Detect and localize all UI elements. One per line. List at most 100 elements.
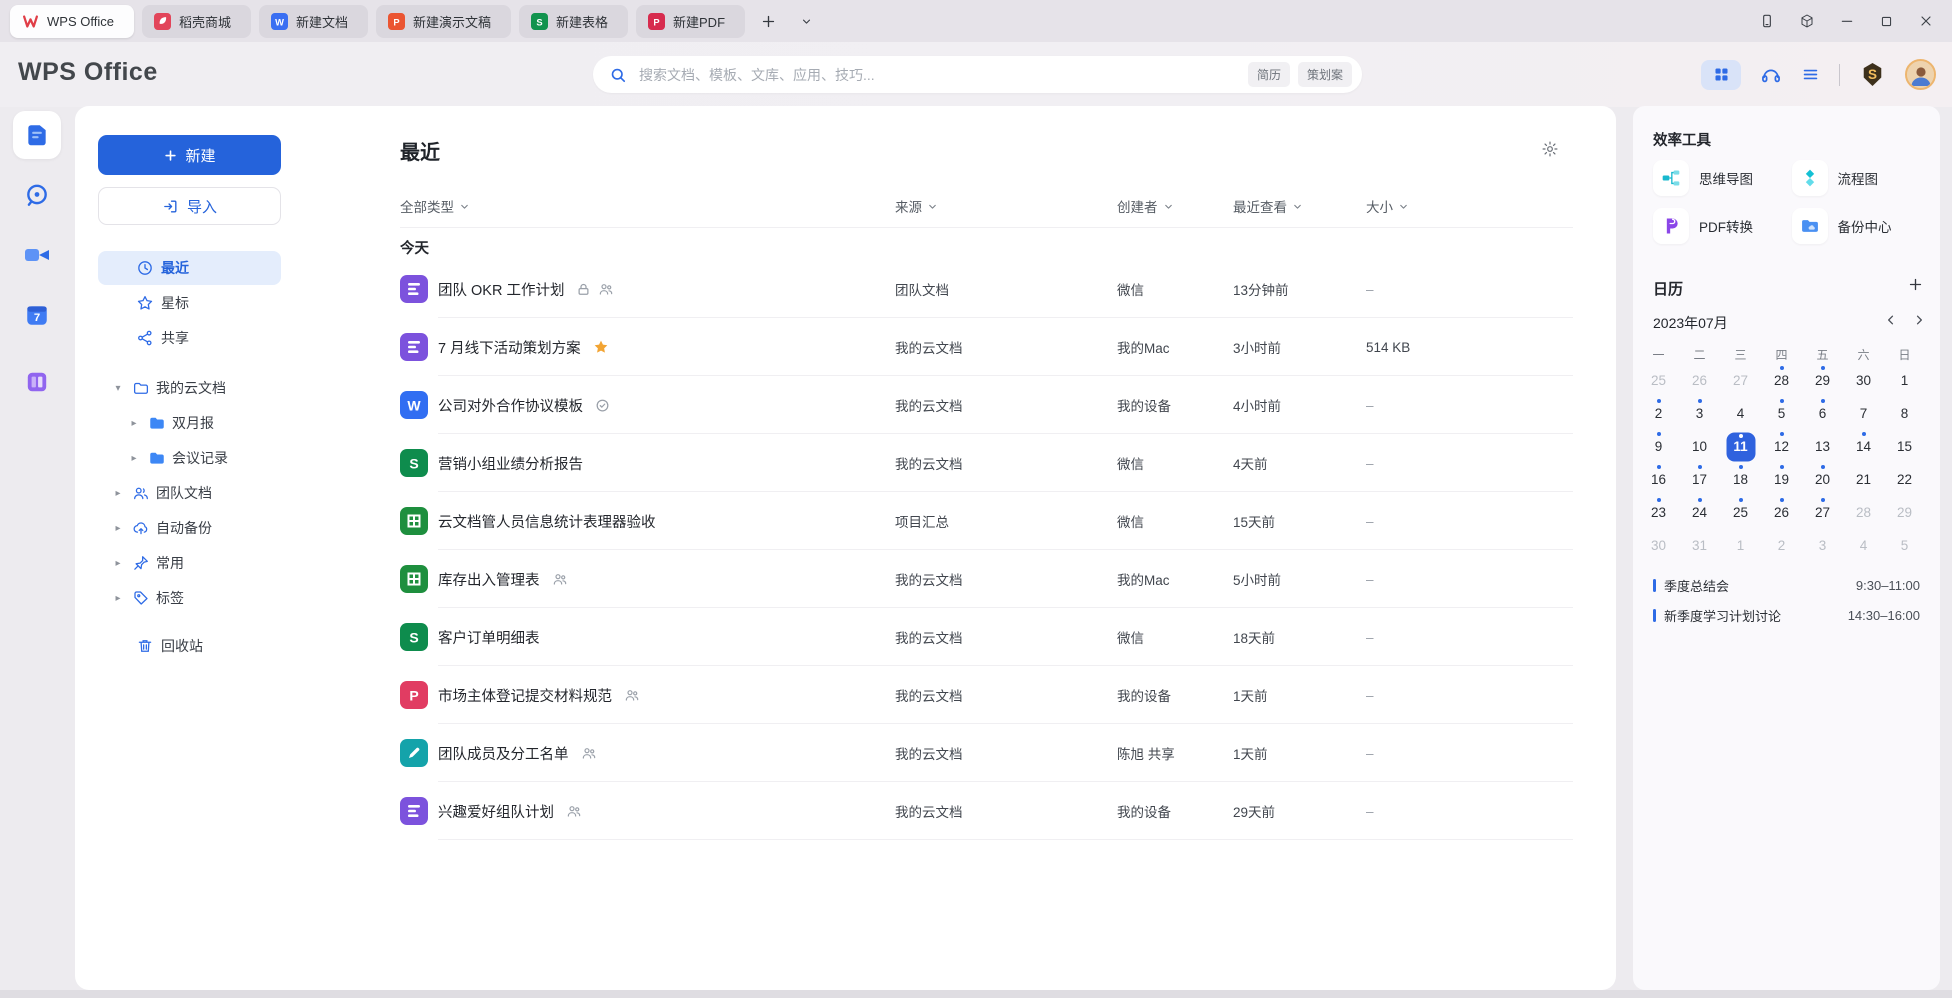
file-row[interactable]: 团队成员及分工名单我的云文档陈旭 共享1天前– <box>400 724 1573 782</box>
caret-closed-icon[interactable]: ▸ <box>110 593 126 604</box>
calendar-day[interactable]: 23 <box>1638 496 1679 529</box>
calendar-day[interactable]: 10 <box>1679 430 1720 463</box>
calendar-day[interactable]: 22 <box>1884 463 1925 496</box>
search-input[interactable] <box>637 66 1248 84</box>
tab-list-dropdown[interactable] <box>791 6 821 36</box>
tool-flowchart[interactable]: 流程图 <box>1792 154 1921 202</box>
sidebar-item-starred[interactable]: 星标 <box>98 286 281 320</box>
calendar-day[interactable]: 24 <box>1679 496 1720 529</box>
sidebar-item-tags[interactable]: ▸标签 <box>98 581 281 615</box>
filter-type[interactable]: 全部类型 <box>400 196 895 216</box>
calendar-day[interactable]: 26 <box>1761 496 1802 529</box>
tool-backup-center[interactable]: 备份中心 <box>1792 202 1921 250</box>
file-row[interactable]: 7 月线下活动策划方案我的云文档我的Mac3小时前514 KB <box>400 318 1573 376</box>
calendar-day[interactable]: 3 <box>1679 397 1720 430</box>
file-row[interactable]: 库存出入管理表我的云文档我的Mac5小时前– <box>400 550 1573 608</box>
rail-item-apps-library[interactable] <box>24 369 50 395</box>
caret-closed-icon[interactable]: ▸ <box>110 488 126 499</box>
calendar-day[interactable]: 16 <box>1638 463 1679 496</box>
calendar-day[interactable]: 28 <box>1761 364 1802 397</box>
filter-viewed[interactable]: 最近查看 <box>1233 196 1366 216</box>
caret-closed-icon[interactable]: ▸ <box>110 523 126 534</box>
calendar-day[interactable]: 21 <box>1843 463 1884 496</box>
calendar-day[interactable]: 27 <box>1720 364 1761 397</box>
calendar-day[interactable]: 7 <box>1843 397 1884 430</box>
calendar-day[interactable]: 3 <box>1802 529 1843 562</box>
minimize-button[interactable] <box>1839 13 1855 29</box>
calendar-day[interactable]: 13 <box>1802 430 1843 463</box>
file-row[interactable]: 兴趣爱好组队计划我的云文档我的设备29天前– <box>400 782 1573 840</box>
search-tag-1[interactable]: 简历 <box>1248 62 1290 87</box>
close-button[interactable] <box>1918 13 1934 29</box>
calendar-day[interactable]: 5 <box>1884 529 1925 562</box>
calendar-day[interactable]: 2 <box>1638 397 1679 430</box>
caret-closed-icon[interactable]: ▸ <box>126 418 142 429</box>
workspace-button[interactable] <box>1799 13 1815 29</box>
calendar-day[interactable]: 28 <box>1843 496 1884 529</box>
tab-new-pdf[interactable]: P新建PDF <box>636 5 745 38</box>
main-menu-button[interactable] <box>1801 65 1820 84</box>
sidebar-item-frequent[interactable]: ▸常用 <box>98 546 281 580</box>
tab-docer-mall[interactable]: 稻壳商城 <box>142 5 251 38</box>
rail-item-calendar[interactable]: 7 <box>24 302 50 328</box>
calendar-day[interactable]: 1 <box>1720 529 1761 562</box>
prev-month-button[interactable] <box>1884 313 1898 327</box>
caret-closed-icon[interactable]: ▸ <box>110 558 126 569</box>
file-row[interactable]: S营销小组业绩分析报告我的云文档微信4天前– <box>400 434 1573 492</box>
calendar-day[interactable]: 12 <box>1761 430 1802 463</box>
sidebar-item-auto-backup[interactable]: ▸自动备份 <box>98 511 281 545</box>
calendar-day[interactable]: 19 <box>1761 463 1802 496</box>
calendar-day[interactable]: 18 <box>1720 463 1761 496</box>
filter-size[interactable]: 大小 <box>1366 196 1573 216</box>
filter-creator[interactable]: 创建者 <box>1117 196 1233 216</box>
calendar-day[interactable]: 30 <box>1638 529 1679 562</box>
calendar-day[interactable]: 4 <box>1720 397 1761 430</box>
caret-open-icon[interactable]: ▾ <box>110 383 126 394</box>
file-row[interactable]: P市场主体登记提交材料规范我的云文档我的设备1天前– <box>400 666 1573 724</box>
rail-item-meetings[interactable] <box>23 242 51 268</box>
user-avatar[interactable] <box>1905 59 1936 90</box>
calendar-day[interactable]: 26 <box>1679 364 1720 397</box>
calendar-day[interactable]: 17 <box>1679 463 1720 496</box>
filter-source[interactable]: 来源 <box>895 196 1117 216</box>
calendar-event[interactable]: 季度总结会9:30–11:00 <box>1653 570 1920 600</box>
tool-mindmap[interactable]: 思维导图 <box>1653 154 1782 202</box>
calendar-day[interactable]: 25 <box>1720 496 1761 529</box>
tab-wps-home[interactable]: WPS Office <box>10 5 134 38</box>
calendar-day[interactable]: 11 <box>1720 430 1761 463</box>
support-button[interactable] <box>1760 64 1782 86</box>
calendar-day[interactable]: 31 <box>1679 529 1720 562</box>
device-button[interactable] <box>1759 13 1775 29</box>
sidebar-item-bimonthly-report[interactable]: ▸双月报 <box>98 406 281 440</box>
file-row[interactable]: 云文档管人员信息统计表理器验收项目汇总微信15天前– <box>400 492 1573 550</box>
new-document-button[interactable]: 新建 <box>98 135 281 175</box>
add-event-button[interactable] <box>1907 276 1924 293</box>
sidebar-item-my-cloud-docs[interactable]: ▾我的云文档 <box>98 371 281 405</box>
sidebar-item-meeting-notes[interactable]: ▸会议记录 <box>98 441 281 475</box>
calendar-day[interactable]: 1 <box>1884 364 1925 397</box>
calendar-day[interactable]: 14 <box>1843 430 1884 463</box>
calendar-day[interactable]: 4 <box>1843 529 1884 562</box>
calendar-day[interactable]: 29 <box>1802 364 1843 397</box>
search-tag-2[interactable]: 策划案 <box>1298 62 1352 87</box>
tool-pdf-convert[interactable]: PDF转换 <box>1653 202 1782 250</box>
calendar-day[interactable]: 27 <box>1802 496 1843 529</box>
maximize-button[interactable] <box>1879 14 1894 29</box>
sidebar-item-recycle-bin[interactable]: 回收站 <box>98 629 281 663</box>
member-badge[interactable]: S <box>1859 61 1886 88</box>
calendar-day[interactable]: 8 <box>1884 397 1925 430</box>
apps-grid-button[interactable] <box>1701 60 1741 90</box>
sidebar-item-recent[interactable]: 最近 <box>98 251 281 285</box>
next-month-button[interactable] <box>1912 313 1926 327</box>
file-row[interactable]: S客户订单明细表我的云文档微信18天前– <box>400 608 1573 666</box>
calendar-day[interactable]: 6 <box>1802 397 1843 430</box>
file-row[interactable]: W公司对外合作协议模板我的云文档我的设备4小时前– <box>400 376 1573 434</box>
file-row[interactable]: 团队 OKR 工作计划团队文档微信13分钟前– <box>400 260 1573 318</box>
rail-item-documents[interactable] <box>13 111 61 159</box>
tab-new-doc[interactable]: W新建文档 <box>259 5 368 38</box>
import-button[interactable]: 导入 <box>98 187 281 225</box>
calendar-day[interactable]: 2 <box>1761 529 1802 562</box>
calendar-day[interactable]: 20 <box>1802 463 1843 496</box>
tab-new-sheet[interactable]: S新建表格 <box>519 5 628 38</box>
calendar-day[interactable]: 29 <box>1884 496 1925 529</box>
